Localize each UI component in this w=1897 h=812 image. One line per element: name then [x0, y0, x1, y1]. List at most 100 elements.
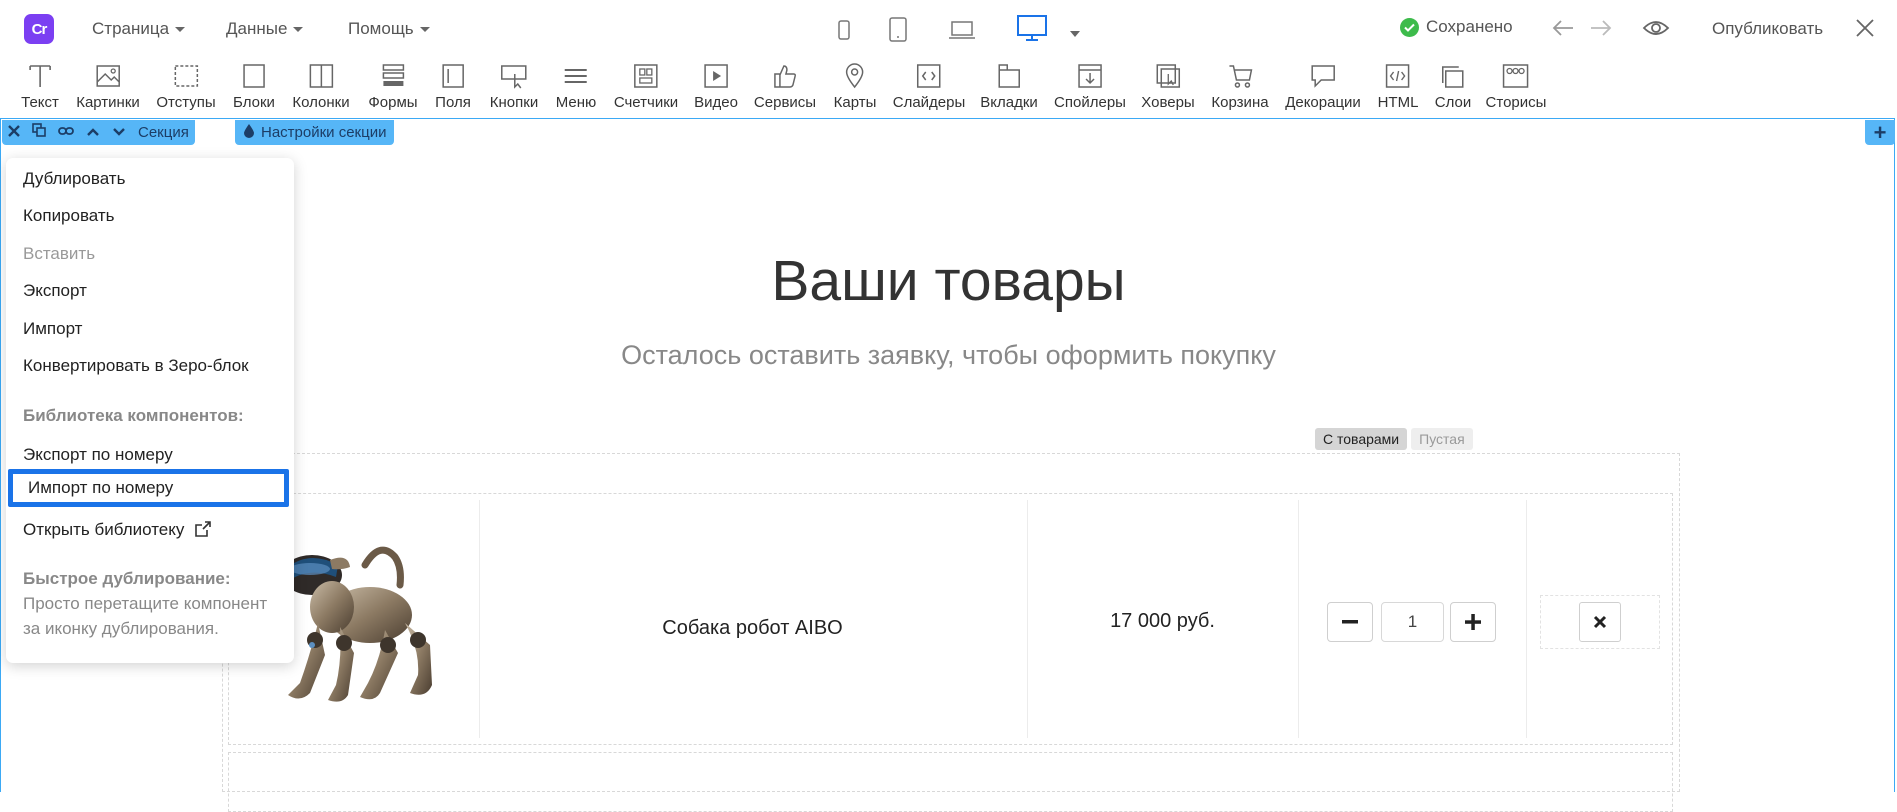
- tool-video[interactable]: Видео: [694, 62, 738, 111]
- library-header: Библиотека компонентов:: [23, 406, 244, 425]
- stories-icon: [1503, 64, 1529, 88]
- menu-item-import-by-number[interactable]: Импорт по номеру: [8, 469, 289, 507]
- tool-label: Слои: [1434, 94, 1472, 111]
- tool-spoilers[interactable]: Спойлеры: [1054, 62, 1126, 111]
- phone-portrait-icon[interactable]: [838, 20, 850, 45]
- chevron-down-icon: [419, 27, 430, 33]
- tool-label: Кнопки: [489, 94, 539, 111]
- tool-counters[interactable]: Счетчики: [614, 62, 678, 111]
- link-section-icon[interactable]: [58, 124, 74, 142]
- tool-label: Текст: [21, 94, 59, 111]
- menu-item-copy[interactable]: Копировать: [23, 206, 115, 226]
- move-up-icon[interactable]: [86, 124, 100, 142]
- tool-images[interactable]: Картинки: [76, 62, 140, 111]
- menu-data-label: Данные: [226, 19, 288, 38]
- minus-icon: [1342, 620, 1358, 624]
- button-icon: [501, 65, 527, 89]
- tabs-icon: [998, 64, 1020, 88]
- tool-label: Вкладки: [980, 94, 1038, 111]
- padding-icon: [174, 65, 198, 87]
- product-price: 17 000 руб.: [1110, 610, 1215, 632]
- section-settings-button[interactable]: Настройки секции: [235, 120, 395, 145]
- chevron-down-icon: [293, 27, 304, 33]
- quantity-decrease-button[interactable]: [1327, 602, 1373, 642]
- layers-icon: [1442, 66, 1464, 88]
- section-settings-label: Настройки секции: [261, 124, 387, 141]
- save-status: Сохранено: [1400, 17, 1513, 37]
- tool-blocks[interactable]: Блоки: [233, 62, 275, 111]
- tool-sliders[interactable]: Слайдеры: [893, 62, 965, 111]
- laptop-icon[interactable]: [948, 20, 976, 45]
- tool-label: Ховеры: [1141, 94, 1195, 111]
- tool-label: Картинки: [76, 94, 140, 111]
- menu-help[interactable]: Помощь: [348, 19, 430, 39]
- component-toolbar: Текст Картинки Отступы Блоки Колонки Фор…: [0, 58, 1897, 118]
- tool-maps[interactable]: Карты: [834, 62, 876, 111]
- tool-cart[interactable]: Корзина: [1211, 62, 1269, 111]
- tool-label: Сервисы: [753, 94, 817, 111]
- device-dropdown-icon[interactable]: [1070, 24, 1080, 42]
- tool-tabs[interactable]: Вкладки: [980, 62, 1038, 111]
- close-icon[interactable]: [1855, 18, 1875, 43]
- quantity-increase-button[interactable]: [1450, 602, 1496, 642]
- tool-columns[interactable]: Колонки: [292, 62, 350, 111]
- tablet-icon[interactable]: [888, 17, 908, 47]
- menu-page[interactable]: Страница: [92, 19, 186, 39]
- tool-html[interactable]: HTML: [1377, 62, 1419, 111]
- tool-hovers[interactable]: Ховеры: [1141, 62, 1195, 111]
- map-pin-icon: [846, 63, 864, 89]
- tool-label: Корзина: [1211, 94, 1269, 111]
- app-logo[interactable]: Cr: [24, 14, 54, 44]
- tool-decorations[interactable]: Декорации: [1285, 62, 1361, 111]
- column-divider: [1298, 500, 1299, 738]
- menu-item-export[interactable]: Экспорт: [23, 281, 87, 301]
- menu-data[interactable]: Данные: [226, 19, 304, 39]
- redo-arrow-icon[interactable]: [1590, 18, 1612, 43]
- text-icon: [29, 65, 51, 87]
- column-divider: [1526, 500, 1527, 738]
- tool-fields[interactable]: Поля: [435, 62, 471, 111]
- tool-stories[interactable]: Сторисы: [1486, 62, 1546, 111]
- section-context-menu: Дублировать Копировать Вставить Экспорт …: [6, 158, 294, 663]
- tool-buttons[interactable]: Кнопки: [490, 62, 538, 111]
- menu-item-import[interactable]: Импорт: [23, 319, 82, 339]
- cart-state-tabs: С товарами Пустая: [1315, 428, 1473, 450]
- field-icon: [442, 64, 464, 88]
- menu-icon: [564, 69, 587, 83]
- menu-item-convert-zero-block[interactable]: Конвертировать в Зеро-блок: [23, 356, 249, 376]
- tool-label: Декорации: [1285, 94, 1361, 111]
- product-name: Собака робот AIBO: [662, 617, 843, 639]
- quantity-input[interactable]: 1: [1381, 602, 1444, 642]
- logo-text: Cr: [31, 20, 48, 38]
- tab-with-items[interactable]: С товарами: [1315, 428, 1408, 450]
- move-down-icon[interactable]: [112, 124, 126, 142]
- duplicate-section-icon[interactable]: [32, 123, 46, 142]
- tab-empty[interactable]: Пустая: [1411, 428, 1473, 450]
- menu-item-export-by-number[interactable]: Экспорт по номеру: [23, 445, 173, 465]
- section-label[interactable]: Секция: [138, 124, 189, 141]
- menu-item-duplicate[interactable]: Дублировать: [23, 169, 125, 189]
- desktop-icon[interactable]: [1016, 14, 1048, 47]
- image-icon: [96, 65, 120, 87]
- tool-services[interactable]: Сервисы: [754, 62, 816, 111]
- menu-item-open-library[interactable]: Открыть библиотеку: [23, 520, 211, 540]
- tool-padding[interactable]: Отступы: [156, 62, 216, 111]
- preview-eye-icon[interactable]: [1642, 18, 1670, 43]
- delete-section-icon[interactable]: [8, 124, 20, 142]
- menu-page-label: Страница: [92, 19, 170, 38]
- tool-menu[interactable]: Меню: [556, 62, 596, 111]
- tool-layers[interactable]: Слои: [1435, 62, 1471, 111]
- tool-label: Поля: [435, 94, 471, 111]
- publish-button[interactable]: Опубликовать: [1712, 19, 1823, 39]
- close-icon: [1593, 615, 1607, 629]
- menu-item-paste: Вставить: [23, 244, 96, 263]
- tool-label: HTML: [1377, 94, 1419, 111]
- tool-forms[interactable]: Формы: [368, 62, 418, 111]
- block-icon: [243, 64, 265, 88]
- cart-item-row: [228, 752, 1673, 812]
- undo-arrow-icon[interactable]: [1552, 18, 1574, 43]
- add-block-button[interactable]: +: [1865, 120, 1895, 145]
- tool-text[interactable]: Текст: [21, 62, 59, 111]
- quick-duplicate-header: Быстрое дублирование:: [23, 569, 231, 588]
- remove-item-button[interactable]: [1579, 602, 1621, 642]
